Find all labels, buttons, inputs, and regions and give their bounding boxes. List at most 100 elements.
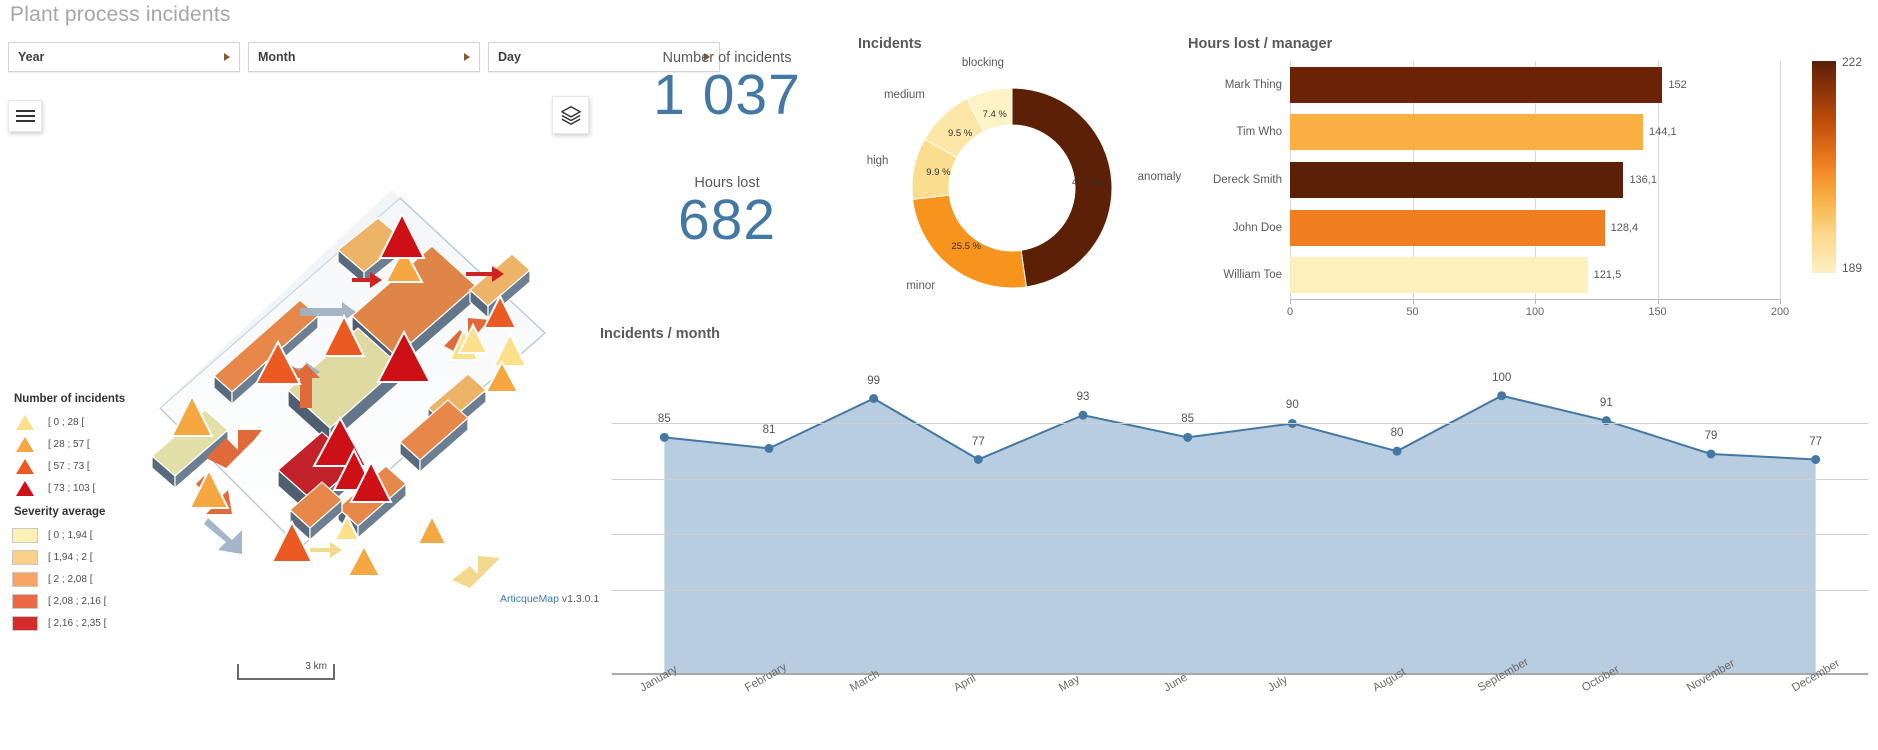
colorbar-max-label: 222 — [1842, 55, 1863, 69]
bar-chart-row[interactable]: Tim Who 144,1 — [1236, 109, 1780, 157]
colorbar-min-label: 189 — [1842, 261, 1863, 275]
bar-rect[interactable] — [1290, 209, 1605, 246]
bar-category-label: Mark Thing — [1224, 78, 1282, 91]
bar-category-label: Tim Who — [1236, 126, 1282, 139]
legend-severity-average: Severity average [ 0 ; 1,94 [ [ 1,94 ; 2… — [0, 506, 106, 634]
color-swatch — [12, 593, 38, 609]
legend-item-label: [ 2,08 ; 2,16 [ — [48, 595, 107, 607]
filter-month[interactable]: Month — [248, 42, 480, 72]
color-swatch — [12, 549, 38, 565]
triangle-icon — [12, 458, 38, 474]
area-chart-title: Incidents / month — [600, 326, 721, 342]
triangle-icon — [12, 436, 38, 452]
area-chart-x-axis — [612, 673, 1868, 675]
legend-item-label: [ 73 ; 103 [ — [48, 482, 96, 494]
area-point-value-label: 85 — [1181, 413, 1195, 426]
legend-item: [ 57 ; 73 [ — [0, 455, 125, 477]
dashboard-root: Plant process incidents Year Month Day N… — [0, 0, 1878, 750]
bar-chart-colorbar — [1812, 61, 1836, 273]
incidents-per-month-panel: Incidents / month 85 81 99 77 93 85 90 80 100 91 7… — [600, 320, 1878, 750]
legend-item-label: [ 2,16 ; 2,35 [ — [48, 617, 107, 629]
bar-category-label: John Doe — [1232, 221, 1282, 234]
legend-item-label: [ 1,94 ; 2 [ — [48, 551, 93, 563]
bar-axis-tick-label: 100 — [1525, 306, 1545, 318]
donut-slice-percentage: 47.7 % — [1072, 176, 1102, 188]
legend-item-label: [ 0 ; 28 [ — [48, 416, 85, 428]
bar-rect[interactable] — [1290, 114, 1644, 151]
bar-value-label: 128,4 — [1610, 221, 1639, 234]
area-point-value-label: 79 — [1704, 429, 1718, 442]
legend-item-label: [ 0 ; 1,94 [ — [48, 529, 93, 541]
area-point-value-label: 90 — [1285, 399, 1299, 412]
legend-item-label: [ 57 ; 73 [ — [48, 460, 90, 472]
legend-item: [ 2,08 ; 2,16 [ — [0, 590, 106, 612]
bar-value-label: 121,5 — [1593, 269, 1622, 282]
bar-chart-title: Hours lost / manager — [1188, 36, 1333, 52]
kpi-number-of-incidents: Number of incidents 1 037 — [612, 50, 842, 126]
bar-axis-tick-label: 200 — [1770, 306, 1790, 318]
area-point-value-label: 91 — [1599, 396, 1613, 409]
filter-year[interactable]: Year — [8, 42, 240, 72]
kpi-hours-lost: Hours lost 682 — [612, 175, 842, 251]
donut-slice-percentage: 9.9 % — [926, 167, 951, 179]
donut-title: Incidents — [858, 36, 922, 52]
bar-value-label: 136,1 — [1629, 173, 1657, 186]
legend-item: [ 2 ; 2,08 [ — [0, 568, 106, 590]
map-panel: Number of incidents [ 0 ; 28 [ [ 28 ; 57… — [0, 78, 600, 750]
bar-value-label: 144,1 — [1649, 126, 1677, 139]
bar-axis-tick-label: 50 — [1406, 306, 1419, 318]
triangle-icon — [12, 414, 38, 430]
legend-number-of-incidents: Number of incidents [ 0 ; 28 [ [ 28 ; 57… — [0, 393, 125, 499]
legend-item: [ 73 ; 103 [ — [0, 477, 125, 499]
bar-value-label: 152 — [1668, 78, 1687, 91]
legend-item: [ 28 ; 57 [ — [0, 433, 125, 455]
legend-item: [ 0 ; 1,94 [ — [0, 524, 106, 546]
color-swatch — [12, 527, 38, 543]
area-point-value-label: 81 — [762, 424, 776, 437]
chevron-right-icon — [464, 53, 470, 61]
bar-rect[interactable] — [1290, 257, 1588, 294]
legend-title: Severity average — [14, 506, 106, 518]
incidents-donut-panel: Incidents 47.7 % anomaly 25.5 % minor 9.9 % h… — [850, 33, 1181, 323]
bar-chart-row[interactable]: William Toe 121,5 — [1223, 251, 1780, 299]
page-title: Plant process incidents — [10, 3, 231, 26]
map-attribution-version: v1.3.0.1 — [561, 593, 600, 605]
map-attribution-brand: ArticqueMap — [500, 593, 559, 605]
map-scale-bar: 3 km — [237, 661, 335, 680]
area-point-value-label: 80 — [1390, 427, 1404, 440]
legend-item: [ 2,16 ; 2,35 [ — [0, 612, 106, 634]
area-point-value-label: 100 — [1492, 371, 1512, 384]
donut-slice-percentage: 7.4 % — [982, 109, 1007, 121]
legend-item: [ 1,94 ; 2 [ — [0, 546, 106, 568]
kpi-value: 1 037 — [653, 63, 801, 127]
incidents-donut-chart[interactable]: 47.7 % anomaly 25.5 % minor 9.9 % high 9.5 % me… — [867, 57, 1181, 313]
legend-title: Number of incidents — [14, 393, 126, 405]
area-point-value-label: 93 — [1076, 391, 1090, 404]
area-point-value-label: 77 — [971, 435, 985, 448]
triangle-icon — [12, 480, 38, 496]
donut-slice-label: anomaly — [1137, 170, 1182, 183]
bar-axis-tick-label: 150 — [1648, 306, 1667, 318]
hours-lost-manager-panel: Hours lost / manager Mark Thing 152 Tim Wh… — [1180, 33, 1878, 338]
bar-chart-row[interactable]: Mark Thing 152 — [1225, 61, 1780, 109]
area-chart-plot[interactable]: 85 81 99 77 93 85 90 80 100 91 79 77 — [612, 368, 1868, 673]
bar-axis-tick-label: 0 — [1286, 306, 1294, 318]
kpi-value: 682 — [677, 188, 777, 252]
bar-rect[interactable] — [1290, 66, 1663, 103]
donut-slice-percentage: 9.5 % — [947, 127, 973, 139]
bar-category-label: William Toe — [1223, 269, 1282, 282]
map-attribution[interactable]: ArticqueMap v1.3.0.1 — [500, 593, 599, 605]
bar-chart-plot[interactable]: Mark Thing 152 Tim Who 144,1 Dereck Smith 136… — [1213, 61, 1781, 299]
map-scale-label: 3 km — [303, 661, 329, 672]
bar-chart-row[interactable]: John Doe 128,4 — [1233, 204, 1780, 252]
bar-rect[interactable] — [1290, 161, 1624, 198]
donut-slice-label: high — [866, 155, 889, 168]
donut-slice-label: medium — [883, 88, 925, 101]
filter-year-label: Year — [18, 50, 45, 64]
donut-slice-label: minor — [906, 279, 936, 292]
bar-chart-x-axis: 0 50 100 150 200 — [1287, 299, 1789, 318]
bar-chart-row[interactable]: Dereck Smith 136,1 — [1213, 156, 1780, 204]
area-point-value-label: 85 — [657, 413, 671, 426]
legend-item-label: [ 2 ; 2,08 [ — [48, 573, 93, 585]
filter-day-label: Day — [498, 50, 521, 64]
